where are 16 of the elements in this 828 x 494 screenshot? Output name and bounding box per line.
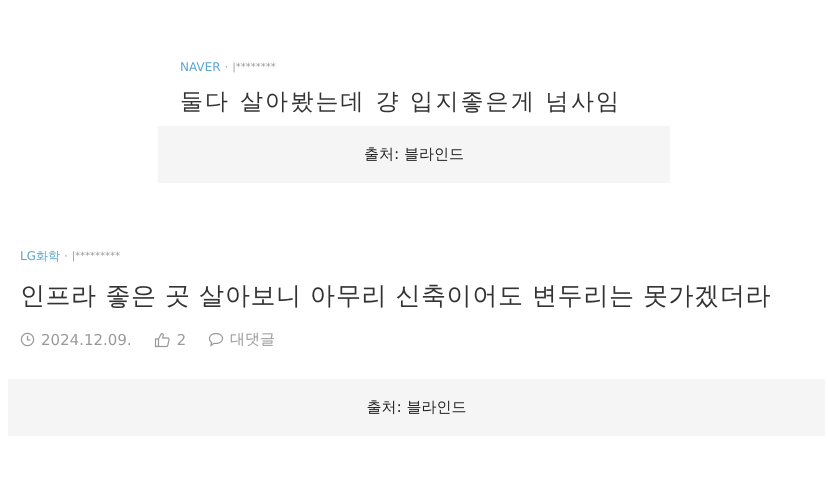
image-caption: 출처: 블라인드 — [158, 126, 670, 183]
company-name: LG화학 — [20, 248, 60, 264]
separator-dot: · — [224, 60, 228, 74]
separator-dot: · — [64, 249, 68, 263]
clock-icon — [20, 332, 35, 347]
post-text: 인프라 좋은 곳 살아보니 아무리 신축이어도 변두리는 못가겠더라 — [20, 280, 772, 312]
post-text: 둘다 살아봤는데 걍 입지좋은게 넘사임 — [180, 88, 622, 117]
company-name: NAVER — [180, 60, 221, 74]
thumbs-up-icon — [154, 332, 171, 348]
masked-username: |******** — [232, 62, 276, 72]
comment-icon — [208, 332, 224, 347]
reply-label: 대댓글 — [230, 330, 276, 349]
like-count: 2 — [176, 330, 186, 348]
masked-username: |********* — [72, 250, 120, 262]
image-caption: 출처: 블라인드 — [8, 379, 825, 436]
post-date: 2024.12.09. — [41, 330, 132, 348]
